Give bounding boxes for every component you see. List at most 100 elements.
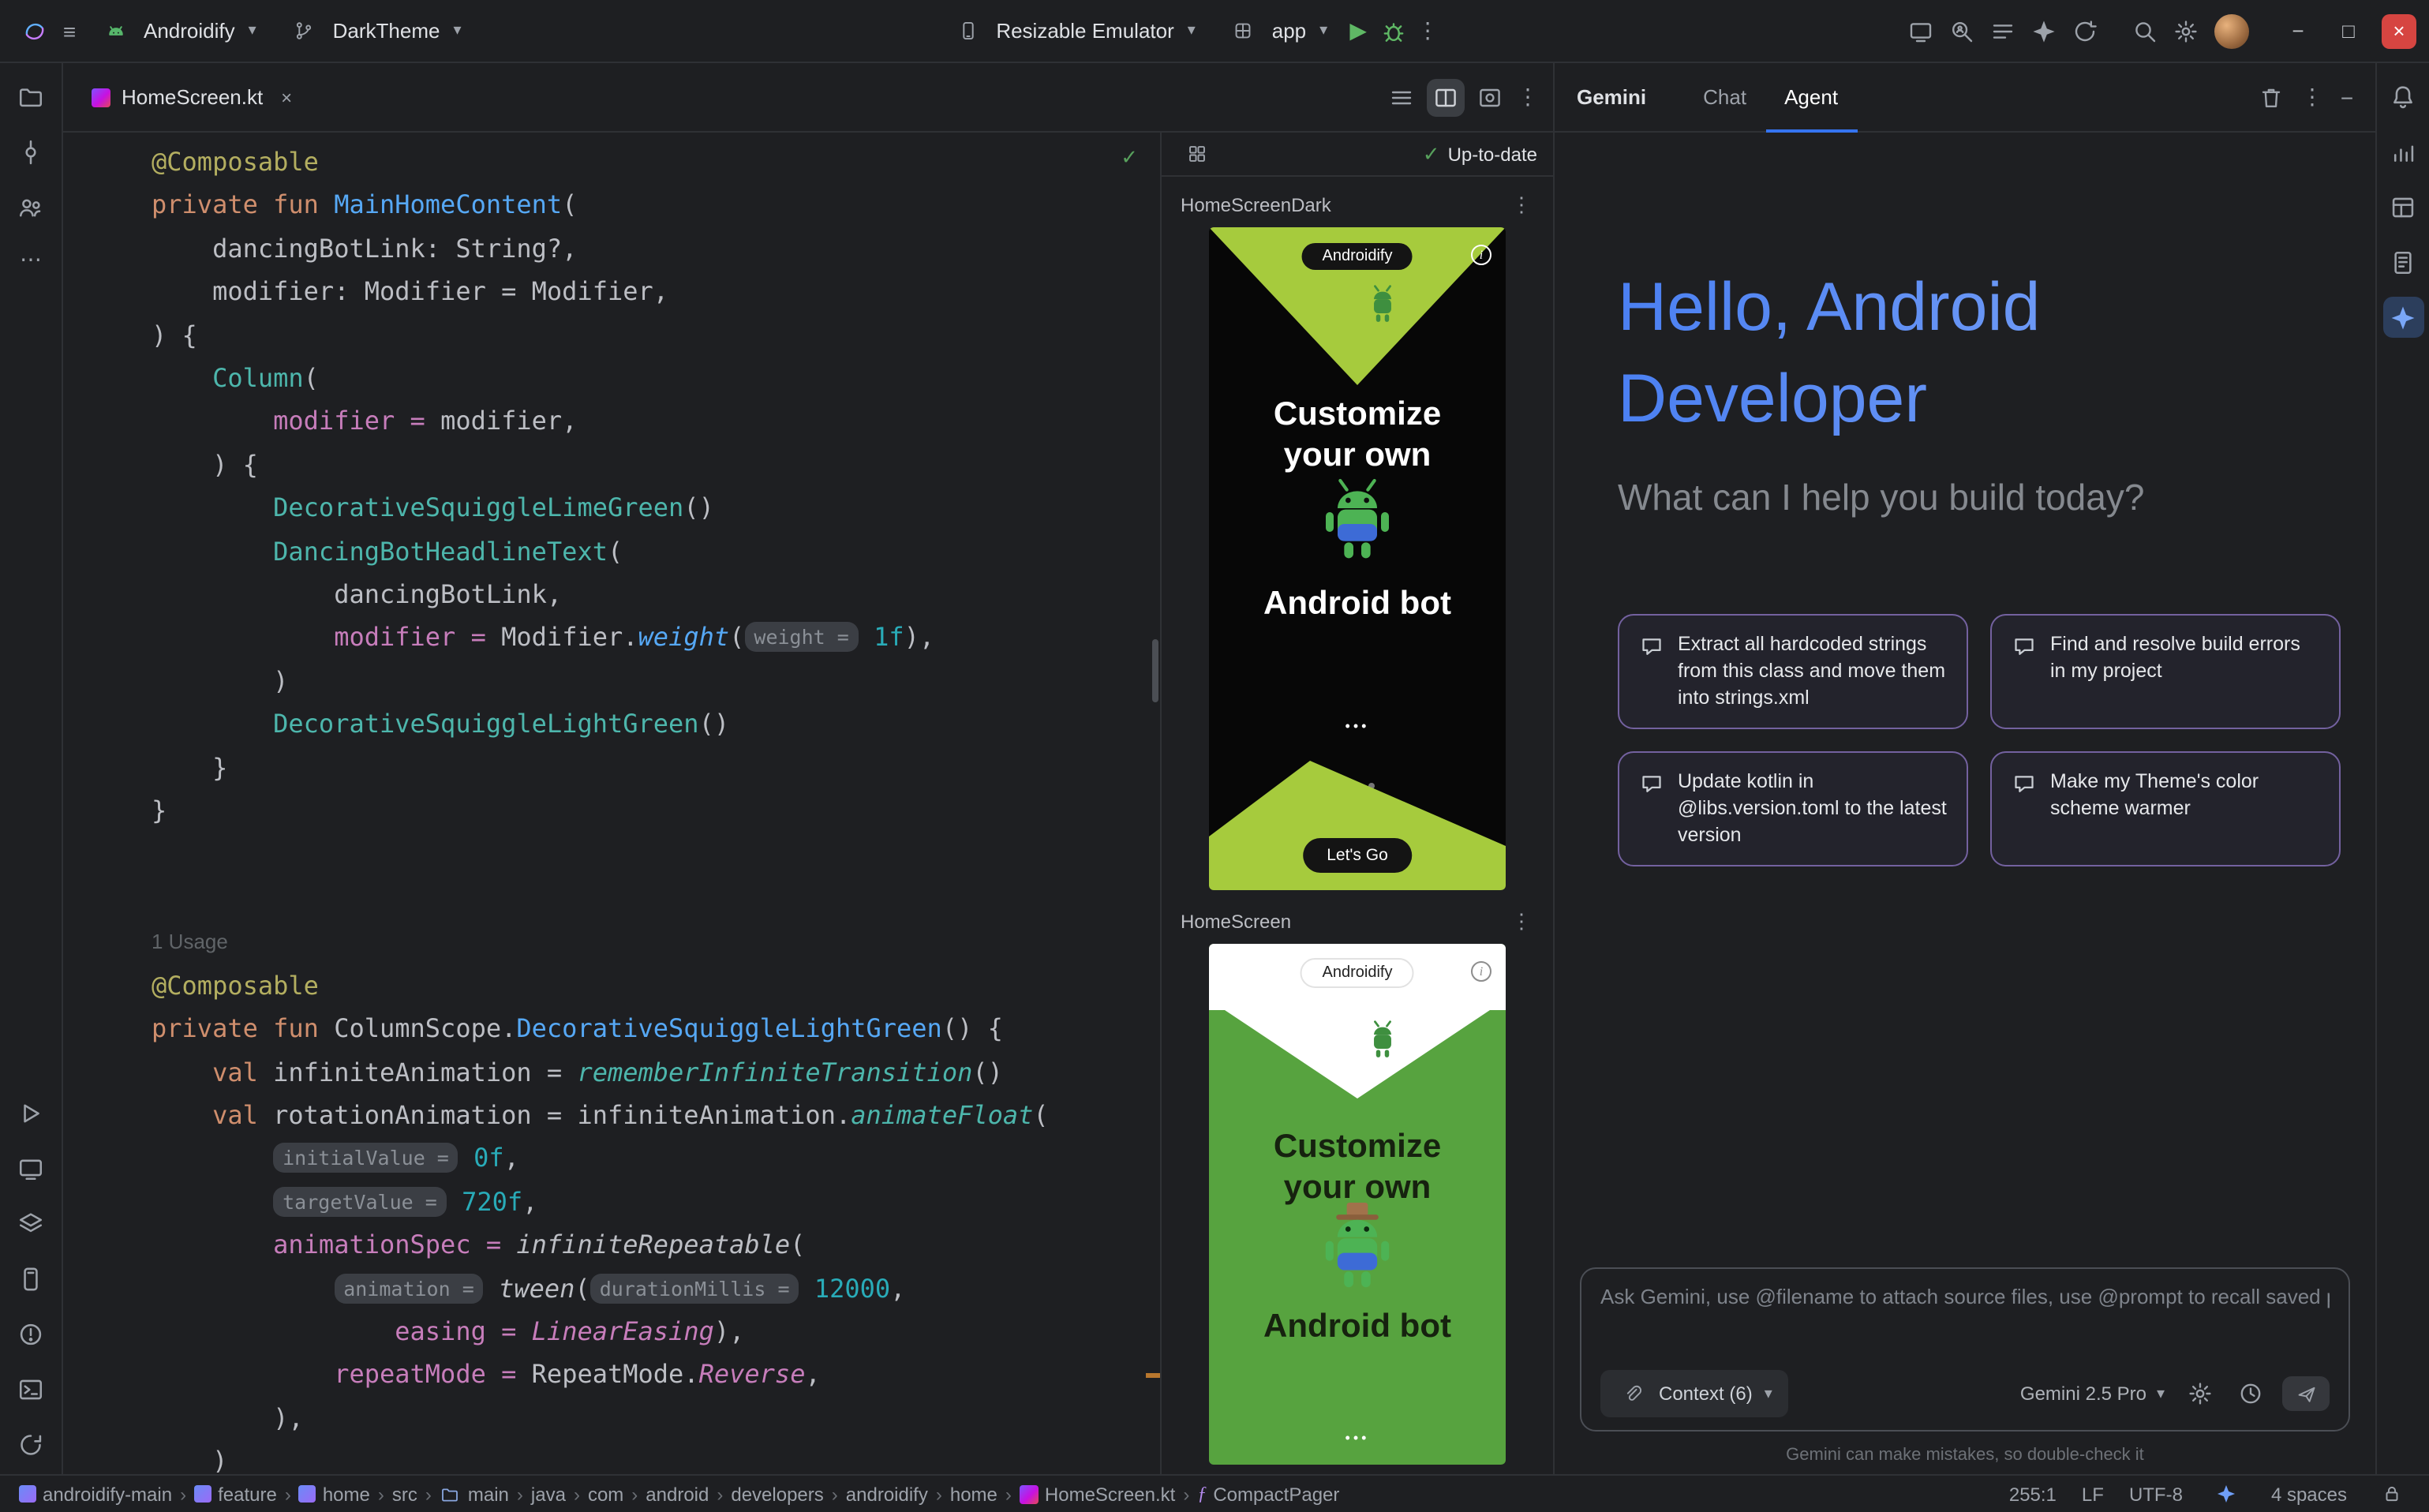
- breadcrumb-item[interactable]: main: [440, 1483, 509, 1505]
- code-line[interactable]: ): [152, 1439, 1160, 1474]
- device-manager-tool-icon[interactable]: [10, 1258, 51, 1299]
- run-tool-icon[interactable]: [10, 1092, 51, 1133]
- code-line[interactable]: DecorativeSquiggleLimeGreen(): [152, 487, 1160, 530]
- tab-chat[interactable]: Chat: [1684, 62, 1765, 132]
- version-control-tool-icon[interactable]: [10, 1424, 51, 1465]
- more-icon[interactable]: ⋮: [1509, 188, 1534, 223]
- project-tool-icon[interactable]: [10, 76, 51, 117]
- code-line[interactable]: ) {: [152, 313, 1160, 357]
- inspections-ok-icon[interactable]: ✓: [1121, 145, 1138, 170]
- lets-go-button[interactable]: Let's Go: [1303, 838, 1412, 873]
- suggestion-card[interactable]: Make my Theme's color scheme warmer: [1990, 751, 2341, 866]
- code-line[interactable]: @Composable: [152, 964, 1160, 1007]
- code-line[interactable]: val rotationAnimation = infiniteAnimatio…: [152, 1094, 1160, 1137]
- code-line[interactable]: repeatMode = RepeatMode.Reverse,: [152, 1353, 1160, 1397]
- code-line[interactable]: targetValue = 720f,: [152, 1181, 1160, 1224]
- breadcrumb-item[interactable]: android: [646, 1483, 709, 1505]
- minimize-button[interactable]: −: [2281, 13, 2315, 48]
- more-actions-icon[interactable]: ⋮: [1415, 13, 1440, 48]
- breadcrumb-item[interactable]: androidify-main: [19, 1483, 172, 1505]
- indent-setting[interactable]: 4 spaces: [2271, 1483, 2347, 1505]
- info-icon[interactable]: i: [1471, 245, 1491, 265]
- more-tool-windows-icon[interactable]: ⋯: [18, 241, 43, 276]
- problems-tool-icon[interactable]: [10, 1313, 51, 1354]
- breadcrumb-item[interactable]: com: [588, 1483, 623, 1505]
- close-tab-icon[interactable]: ×: [274, 80, 299, 114]
- profile-app-icon[interactable]: [1943, 12, 1981, 50]
- maximize-button[interactable]: □: [2331, 13, 2366, 48]
- documentation-icon[interactable]: [2382, 241, 2423, 283]
- more-icon[interactable]: ⋮: [2300, 80, 2325, 114]
- profiler-icon[interactable]: [2382, 131, 2423, 172]
- split-view-icon[interactable]: [1427, 78, 1465, 116]
- error-stripe-mark[interactable]: [1146, 1373, 1160, 1378]
- breadcrumb-item[interactable]: src: [392, 1483, 417, 1505]
- terminal-tool-icon[interactable]: [10, 1368, 51, 1409]
- tab-homescreen-kt[interactable]: HomeScreen.kt ×: [76, 62, 315, 132]
- more-icon[interactable]: ⋮: [1515, 80, 1540, 114]
- main-menu-icon[interactable]: ≡: [57, 13, 82, 48]
- settings-gear-icon[interactable]: [2167, 12, 2205, 50]
- code-line[interactable]: val infiniteAnimation = rememberInfinite…: [152, 1050, 1160, 1094]
- breadcrumb-item[interactable]: developers: [731, 1483, 823, 1505]
- code-line[interactable]: ): [152, 660, 1160, 703]
- code-line[interactable]: easing = LinearEasing),: [152, 1310, 1160, 1353]
- editor-scrollbar-thumb[interactable]: [1152, 639, 1158, 702]
- breadcrumb-item[interactable]: home: [950, 1483, 997, 1505]
- layout-inspector-icon[interactable]: [2382, 186, 2423, 227]
- context-chip[interactable]: Context (6) ▾: [1600, 1370, 1789, 1417]
- project-selector[interactable]: Androidify ▾: [85, 7, 271, 54]
- code-line[interactable]: [152, 876, 1160, 919]
- delete-conversation-icon[interactable]: [2252, 78, 2290, 116]
- run-button[interactable]: ▶: [1345, 13, 1371, 48]
- breadcrumb-item[interactable]: java: [531, 1483, 566, 1505]
- code-line[interactable]: 1 Usage: [152, 919, 1160, 964]
- code-area[interactable]: @Composableprivate fun MainHomeContent( …: [63, 133, 1160, 1474]
- code-line[interactable]: modifier = Modifier.weight(weight = 1f),: [152, 616, 1160, 660]
- code-line[interactable]: animationSpec = infiniteRepeatable(: [152, 1223, 1160, 1267]
- preview-frame-dark[interactable]: Androidify i Customizeyour own Android b…: [1209, 227, 1506, 890]
- preview-layout-icon[interactable]: [1177, 135, 1215, 173]
- code-line[interactable]: modifier = modifier,: [152, 400, 1160, 443]
- running-devices-tool-icon[interactable]: [10, 1147, 51, 1188]
- design-view-icon[interactable]: [1471, 78, 1509, 116]
- run-config-selector[interactable]: app ▾: [1214, 7, 1342, 54]
- code-line[interactable]: Column(: [152, 357, 1160, 400]
- code-line[interactable]: [152, 833, 1160, 876]
- logcat-icon[interactable]: [1984, 12, 2022, 50]
- code-line[interactable]: DecorativeSquiggleLightGreen(): [152, 703, 1160, 747]
- code-line[interactable]: dancingBotLink,: [152, 573, 1160, 616]
- file-encoding[interactable]: UTF-8: [2129, 1483, 2183, 1505]
- code-line[interactable]: }: [152, 746, 1160, 789]
- gemini-input[interactable]: Ask Gemini, use @filename to attach sour…: [1600, 1285, 2330, 1308]
- code-line[interactable]: dancingBotLink: String?,: [152, 227, 1160, 271]
- breadcrumb-item[interactable]: ƒCompactPager: [1197, 1482, 1339, 1506]
- breadcrumb-item[interactable]: HomeScreen.kt: [1020, 1483, 1175, 1505]
- code-line[interactable]: initialValue = 0f,: [152, 1137, 1160, 1181]
- preview-frame-light[interactable]: Androidify i Customizeyour own Android b…: [1209, 944, 1506, 1465]
- preview-scroll-area[interactable]: HomeScreenDark ⋮ Androidify i Customize: [1162, 177, 1553, 1474]
- history-icon[interactable]: [2232, 1375, 2270, 1413]
- line-ending[interactable]: LF: [2082, 1483, 2104, 1505]
- breadcrumb-item[interactable]: feature: [194, 1483, 277, 1505]
- info-icon[interactable]: i: [1471, 961, 1491, 982]
- code-editor[interactable]: @Composableprivate fun MainHomeContent( …: [63, 133, 1160, 1474]
- code-line[interactable]: @Composable: [152, 140, 1160, 184]
- code-line[interactable]: private fun MainHomeContent(: [152, 184, 1160, 227]
- code-line[interactable]: ) {: [152, 443, 1160, 487]
- gradle-sync-icon[interactable]: [2066, 12, 2104, 50]
- write-access-icon[interactable]: [2372, 1475, 2410, 1512]
- search-everywhere-icon[interactable]: [2126, 12, 2164, 50]
- pull-requests-tool-icon[interactable]: [10, 186, 51, 227]
- gemini-status-icon[interactable]: [2208, 1475, 2246, 1512]
- code-view-icon[interactable]: [1383, 78, 1420, 116]
- code-line[interactable]: ),: [152, 1397, 1160, 1440]
- gemini-input-container[interactable]: Ask Gemini, use @filename to attach sour…: [1580, 1267, 2350, 1432]
- build-variants-tool-icon[interactable]: [10, 1203, 51, 1244]
- breadcrumb-item[interactable]: androidify: [846, 1483, 928, 1505]
- suggestion-card[interactable]: Update kotlin in @libs.version.toml to t…: [1618, 751, 1968, 866]
- caret-position[interactable]: 255:1: [2009, 1483, 2057, 1505]
- suggestion-card[interactable]: Find and resolve build errors in my proj…: [1990, 614, 2341, 729]
- code-line[interactable]: modifier: Modifier = Modifier,: [152, 270, 1160, 313]
- close-button[interactable]: ×: [2382, 13, 2416, 48]
